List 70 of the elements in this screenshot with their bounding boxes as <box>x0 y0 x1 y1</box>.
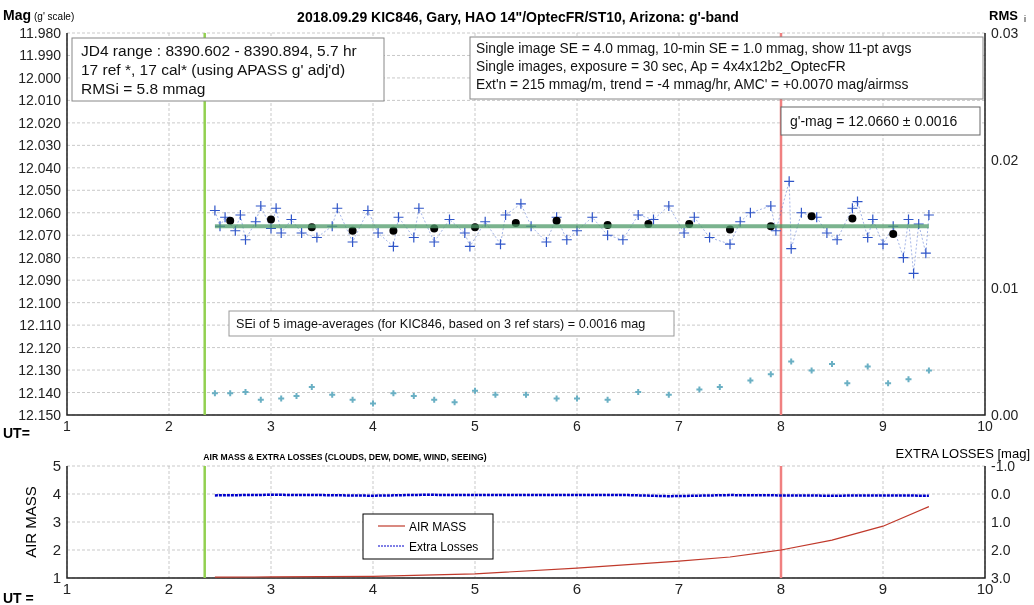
legend-label: Extra Losses <box>409 540 479 554</box>
axis-tick-label: 2.0 <box>991 542 1011 558</box>
axis-tick-label: 3 <box>266 580 276 597</box>
axis-title: RMS <box>989 8 1018 23</box>
axis-tick-label: 8 <box>776 580 786 597</box>
axis-tick-label: 3.0 <box>991 570 1011 586</box>
axis-tick-label: 4 <box>368 580 378 597</box>
info-text: RMSi = 5.8 mmag <box>81 80 206 97</box>
axis-tick-label: 0.03 <box>991 25 1019 41</box>
axis-title: EXTRA LOSSES [mag] <box>895 446 1030 461</box>
axis-tick-label: 4 <box>52 485 61 502</box>
chart-title: AIR MASS & EXTRA LOSSES (CLOUDS, DEW, DOME, WIND, SEEING) <box>203 452 487 462</box>
axis-tick-label: 2 <box>164 580 174 597</box>
axis-tick-label: 12.150 <box>18 407 61 423</box>
axis-tick-label: 12.100 <box>18 294 61 311</box>
result-text: g'-mag = 12.0660 ± 0.0016 <box>790 113 958 129</box>
axis-title-subscript: i <box>1024 14 1026 24</box>
axis-tick-label: 11.990 <box>19 47 61 64</box>
axis-tick-label: 12.060 <box>18 204 61 221</box>
chart-title: 2018.09.29 KIC846, Gary, HAO 14"/OptecFR/ST10, Arizona: g'-band <box>297 9 739 25</box>
axis-tick-label: 12.140 <box>18 384 61 401</box>
info-text: 17 ref *, 17 cal* (using APASS g' adj'd) <box>81 61 346 78</box>
axis-title: AIR MASS <box>22 486 39 558</box>
axis-tick-label: 7 <box>675 418 683 434</box>
axis-title-note: (g' scale) <box>34 11 75 22</box>
axis-tick-label: 12.050 <box>18 182 61 199</box>
axis-tick-label: 12.020 <box>18 114 61 131</box>
axis-tick-label: 9 <box>879 418 887 434</box>
axis-tick-label: 8 <box>777 418 785 434</box>
axis-tick-label: 12.110 <box>19 317 61 334</box>
axis-tick-label: 12.080 <box>18 249 61 266</box>
axis-tick-label: 0.02 <box>991 152 1019 169</box>
info-text: Ext'n = 215 mmag/m, trend = -4 mmag/hr, AMC' = +0.0070 mag/airmss <box>476 77 909 92</box>
axis-tick-label: 5 <box>52 457 61 474</box>
axis-tick-label: 11.980 <box>19 25 61 41</box>
legend-label: AIR MASS <box>409 520 467 534</box>
info-text: JD4 range : 8390.602 - 8390.894, 5.7 hr <box>81 42 357 59</box>
note-text: SEi of 5 image-averages (for KIC846, based on 3 ref stars) = 0.0016 mag <box>236 317 646 331</box>
axis-tick-label: 2 <box>165 418 173 434</box>
axis-tick-label: 5 <box>470 580 480 597</box>
axis-tick-label: 12.010 <box>18 92 61 109</box>
axis-tick-label: 0.00 <box>991 407 1019 423</box>
axis-title: Mag <box>3 7 31 23</box>
axis-tick-label: 6 <box>572 580 582 597</box>
axis-tick-label: 12.130 <box>18 362 61 379</box>
axis-tick-label: 6 <box>573 418 581 434</box>
axis-tick-label: 7 <box>674 580 684 597</box>
axis-tick-label: 12.000 <box>18 69 61 86</box>
axis-tick-label: 12.120 <box>18 339 61 356</box>
axis-tick-label: 5 <box>471 418 479 434</box>
axis-tick-label: 1 <box>63 418 71 434</box>
axis-tick-label: 12.090 <box>18 272 61 289</box>
axis-tick-label: 9 <box>878 580 888 597</box>
axis-tick-label: 0.0 <box>991 486 1011 502</box>
info-text: Single image SE = 4.0 mmag, 10-min SE = 1.0 mmag, show 11-pt avgs <box>476 41 912 56</box>
axis-tick-label: 4 <box>369 418 377 434</box>
axis-tick-label: 3 <box>267 418 275 434</box>
info-text: Single images, exposure = 30 sec, Ap = 4x4x12b2_OptecFR <box>476 59 846 74</box>
axis-tick-label: 3 <box>52 513 61 530</box>
axis-tick-label: 12.040 <box>18 159 61 176</box>
axis-tick-label: 10 <box>977 418 993 434</box>
axis-tick-label: 1 <box>62 580 72 597</box>
axis-tick-label: 2 <box>52 541 61 558</box>
axis-tick-label: 1 <box>52 569 61 586</box>
axis-tick-label: 12.070 <box>18 227 61 244</box>
axis-tick-label: 12.030 <box>18 137 61 154</box>
axis-title: UT = <box>3 590 34 605</box>
axis-tick-label: 1.0 <box>991 514 1011 530</box>
axis-tick-label: 0.01 <box>991 279 1019 296</box>
axis-title: UT= <box>3 425 30 440</box>
